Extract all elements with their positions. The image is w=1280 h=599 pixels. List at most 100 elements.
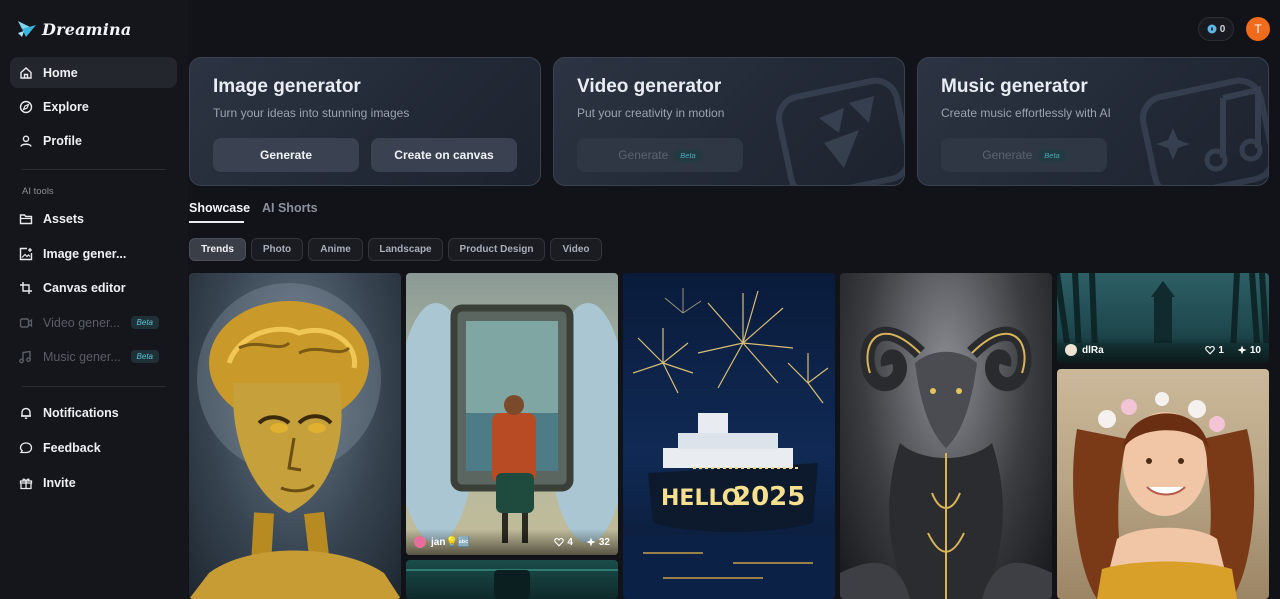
gallery-tile-golden-android[interactable] [189, 273, 401, 599]
music-generator-card: Music generator Create music effortlessl… [917, 57, 1269, 186]
flower-portrait-image [1073, 392, 1255, 599]
heart-icon [1205, 345, 1216, 355]
music-deco-icon [1140, 77, 1268, 185]
sidebar-item-label: Profile [43, 133, 82, 148]
gift-icon [18, 475, 33, 490]
tile-meta: dlRa 1 10 [1057, 337, 1269, 363]
tab-showcase[interactable]: Showcase [189, 201, 250, 215]
credits-count: 0 [1219, 23, 1226, 35]
sidebar-item-label: Invite [43, 475, 76, 490]
video-icon [18, 315, 33, 330]
card-title: Video generator [577, 76, 722, 97]
sidebar-divider [22, 386, 166, 387]
filter-chip-trends[interactable]: Trends [189, 238, 246, 261]
uses-count: 10 [1249, 344, 1261, 356]
likes-count: 4 [567, 536, 573, 548]
gallery-tile-mirror-scene[interactable]: jan💡🔤 4 32 [406, 273, 618, 555]
filter-chip-product-design[interactable]: Product Design [448, 238, 545, 261]
image-plus-icon [18, 246, 33, 261]
svg-text:HELLO: HELLO [661, 486, 740, 511]
generate-video-button[interactable]: Generate Beta [577, 138, 743, 172]
home-icon [18, 65, 33, 80]
sidebar-item-label: Home [43, 65, 78, 80]
card-subtitle: Turn your ideas into stunning images [213, 106, 410, 120]
sidebar-item-feedback[interactable]: Feedback [10, 432, 177, 463]
generate-image-button[interactable]: Generate [213, 138, 359, 172]
sidebar-item-explore[interactable]: Explore [10, 91, 177, 122]
create-on-canvas-button[interactable]: Create on canvas [371, 138, 517, 172]
sidebar-item-assets[interactable]: Assets [10, 203, 177, 234]
sidebar-item-label: Canvas editor [43, 280, 126, 295]
sidebar-item-music-generator[interactable]: Music gener... Beta [10, 341, 177, 372]
sidebar-item-label: Notifications [43, 405, 119, 420]
beta-badge: Beta [674, 148, 702, 162]
music-icon [18, 349, 33, 364]
sidebar-divider [22, 169, 166, 170]
gallery-tile-forest-tower[interactable]: dlRa 1 10 [1057, 273, 1269, 363]
sidebar-item-invite[interactable]: Invite [10, 467, 177, 498]
tab-ai-shorts[interactable]: AI Shorts [262, 201, 318, 215]
crop-icon [18, 280, 33, 295]
gallery-tile-teal-scene[interactable] [406, 560, 618, 599]
folder-icon [18, 211, 33, 226]
bell-icon [18, 405, 33, 420]
heart-icon [554, 537, 565, 547]
sidebar: Dreamina Home Explore Profile AI tools A… [0, 0, 188, 599]
beta-badge: Beta [130, 316, 159, 329]
filter-chip-photo[interactable]: Photo [251, 238, 303, 261]
card-subtitle: Create music effortlessly with AI [941, 106, 1111, 120]
filter-chip-anime[interactable]: Anime [308, 238, 363, 261]
uses-stat: 10 [1237, 345, 1261, 356]
credits-badge[interactable]: 0 [1198, 17, 1234, 41]
avatar [1065, 344, 1077, 356]
logo[interactable]: Dreamina [16, 16, 131, 42]
sidebar-item-image-generator[interactable]: Image gener... [10, 238, 177, 269]
sidebar-item-home[interactable]: Home [10, 57, 177, 88]
avatar [414, 536, 426, 548]
sidebar-item-video-generator[interactable]: Video gener... Beta [10, 307, 177, 338]
filter-chip-video[interactable]: Video [550, 238, 602, 261]
image-generator-card: Image generator Turn your ideas into stu… [189, 57, 541, 186]
tile-meta: jan💡🔤 4 32 [406, 529, 618, 555]
tile-author: dlRa [1082, 344, 1104, 356]
dreamina-logo-icon [18, 21, 36, 37]
sidebar-item-label: Image gener... [43, 246, 127, 261]
sidebar-item-notifications[interactable]: Notifications [10, 397, 177, 428]
uses-count: 32 [598, 536, 610, 548]
svg-text:2025: 2025 [733, 482, 805, 512]
gallery-tile-fireworks-ship[interactable]: HELLO 2025 [623, 273, 835, 599]
button-label: Generate [618, 148, 669, 162]
beta-badge: Beta [130, 350, 159, 363]
likes-stat[interactable]: 1 [1205, 345, 1224, 356]
fireworks-ship-image: HELLO 2025 [623, 288, 835, 599]
user-avatar[interactable]: T [1246, 17, 1270, 41]
gallery-tile-flower-portrait[interactable] [1057, 369, 1269, 599]
beta-badge: Beta [1038, 148, 1066, 162]
likes-stat[interactable]: 4 [554, 537, 573, 548]
sidebar-item-label: Explore [43, 99, 89, 114]
filter-chip-landscape[interactable]: Landscape [368, 238, 443, 261]
mirror-scene-image [406, 273, 618, 555]
video-deco-icon [776, 77, 904, 185]
credit-coin-icon [1207, 24, 1217, 34]
gallery-tile-ram[interactable] [840, 273, 1052, 599]
card-title: Music generator [941, 76, 1088, 97]
sidebar-item-label: Video gener... [43, 315, 120, 330]
button-label: Generate [982, 148, 1033, 162]
uses-stat: 32 [586, 537, 610, 548]
sidebar-item-label: Feedback [43, 440, 101, 455]
ram-image [840, 326, 1052, 599]
active-tab-indicator [189, 221, 244, 223]
app-name: Dreamina [42, 19, 132, 39]
section-label-ai-tools: AI tools [22, 186, 54, 197]
video-generator-card: Video generator Put your creativity in m… [553, 57, 905, 186]
card-title: Image generator [213, 76, 361, 97]
chat-icon [18, 440, 33, 455]
sidebar-item-profile[interactable]: Profile [10, 125, 177, 156]
sidebar-item-canvas-editor[interactable]: Canvas editor [10, 272, 177, 303]
teal-scene-image [406, 569, 618, 599]
sparkle-icon [1237, 345, 1247, 355]
sparkle-icon [586, 537, 596, 547]
likes-count: 1 [1218, 344, 1224, 356]
generate-music-button[interactable]: Generate Beta [941, 138, 1107, 172]
